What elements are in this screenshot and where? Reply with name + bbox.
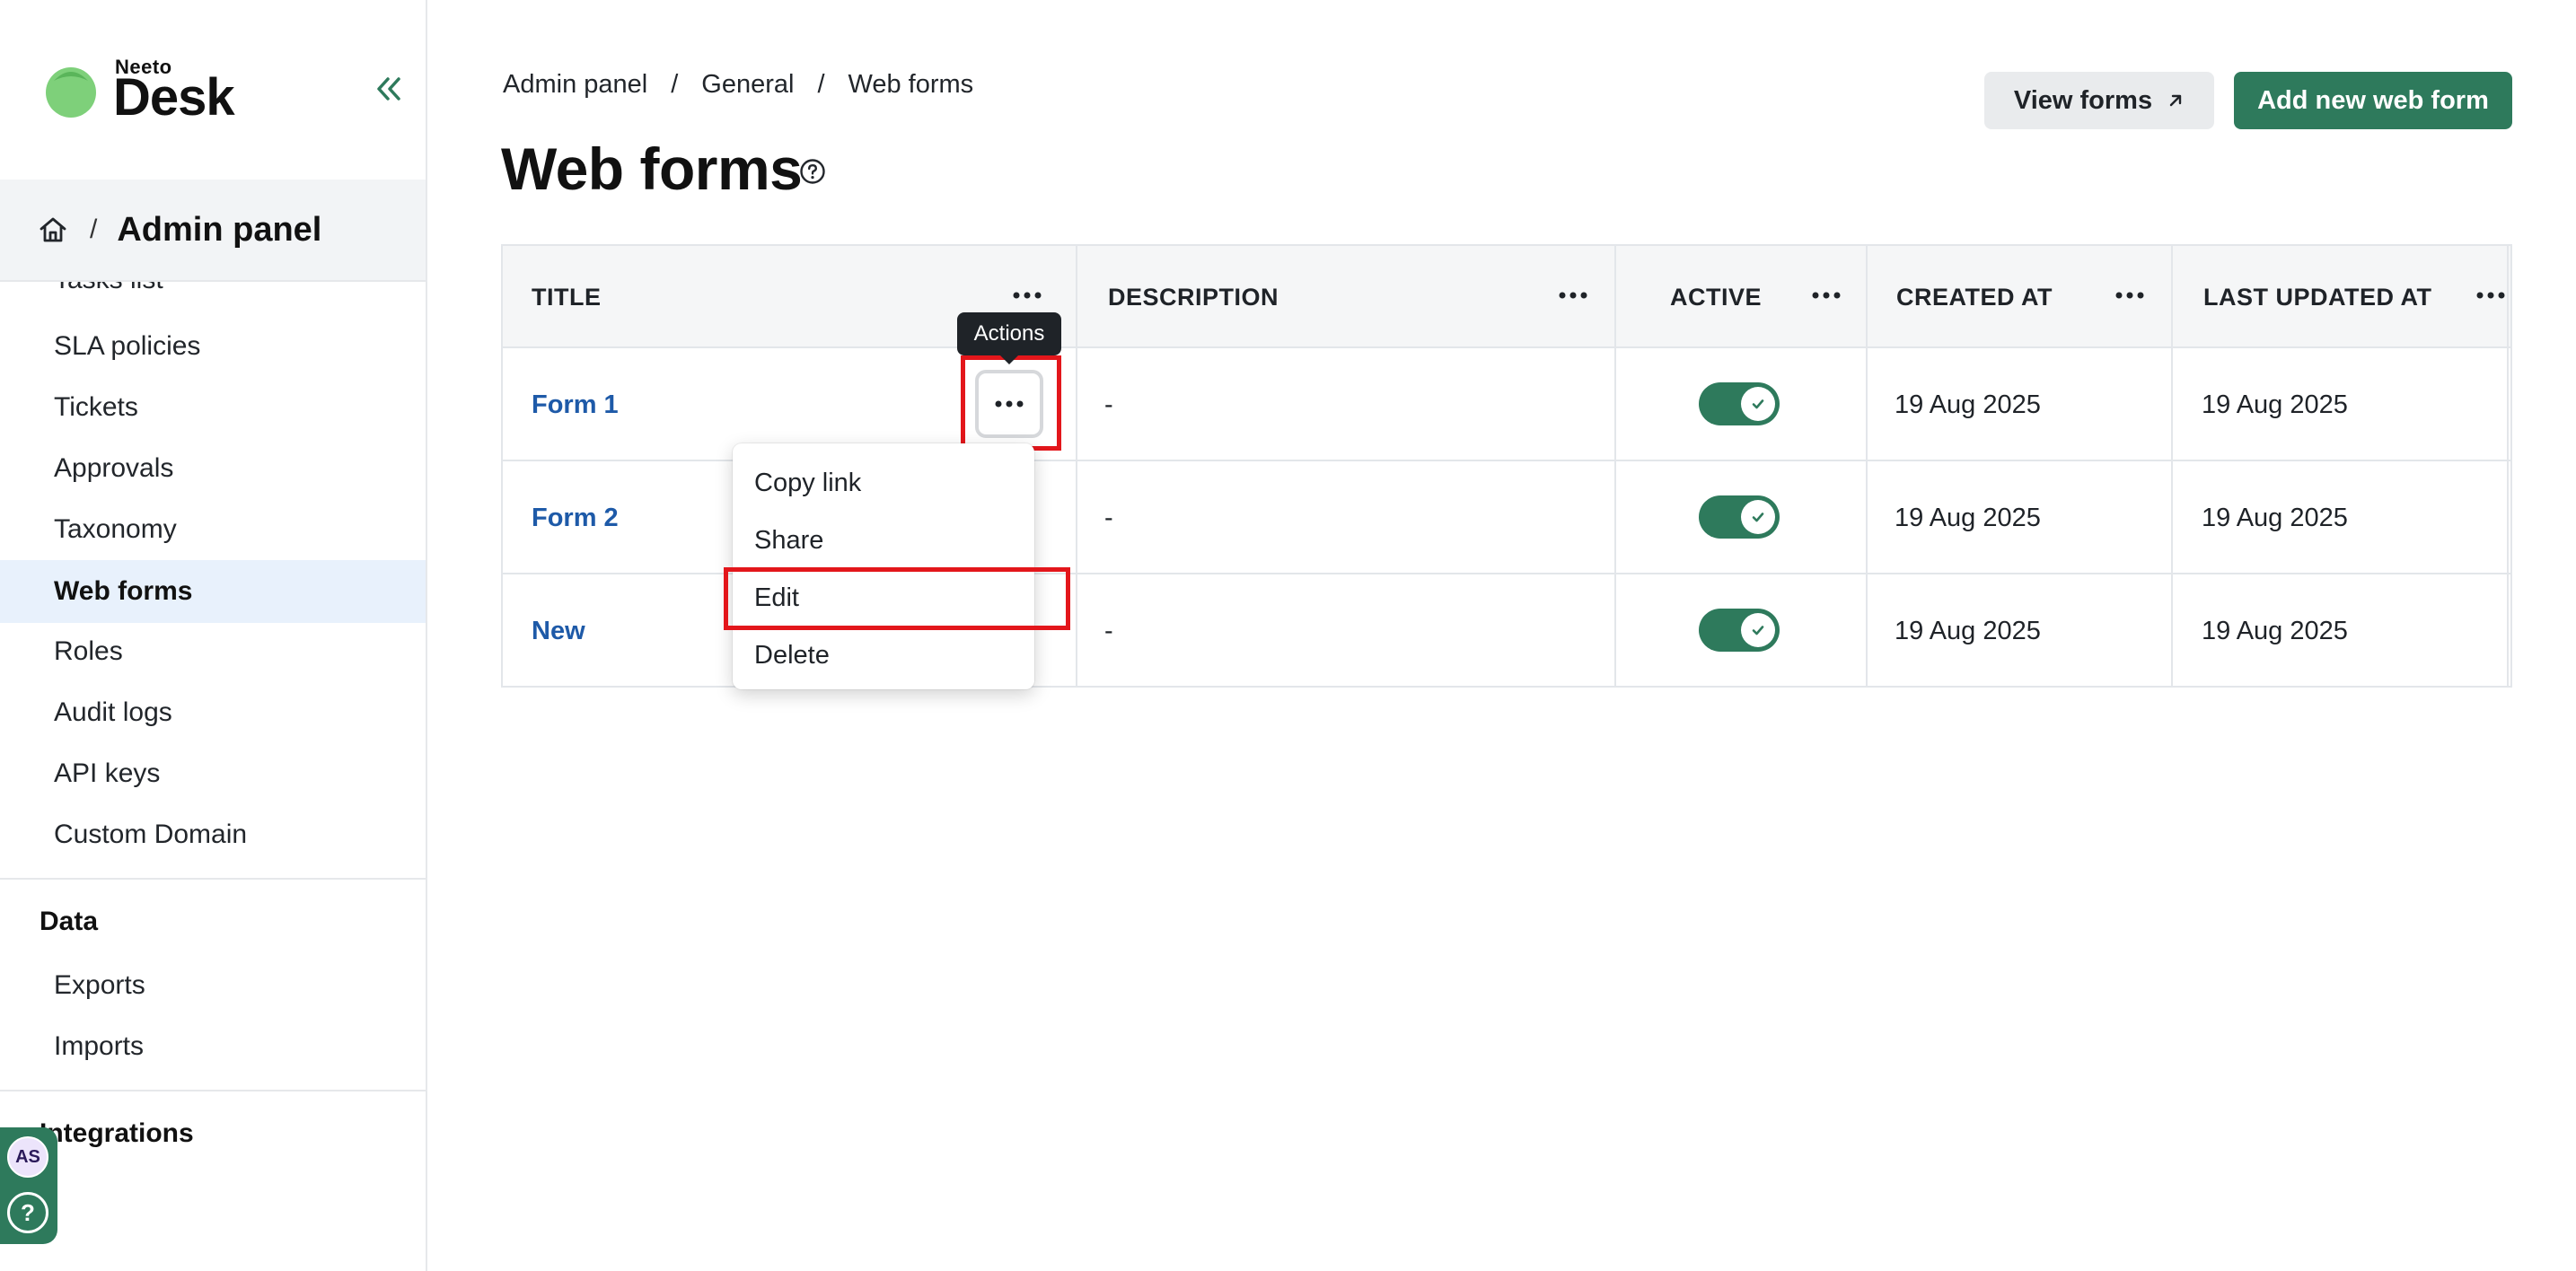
user-dock: AS ?	[0, 1127, 57, 1244]
home-icon[interactable]	[38, 214, 70, 246]
sidebar-item-sla-policies[interactable]: SLA policies	[0, 318, 426, 375]
highlight-box-actions	[961, 355, 1061, 451]
menu-item-share[interactable]: Share	[733, 512, 1034, 569]
sidebar-item-exports[interactable]: Exports	[0, 957, 426, 1014]
actions-tooltip: Actions	[957, 312, 1061, 364]
help-icon[interactable]: ?	[7, 1192, 48, 1233]
collapse-sidebar-button[interactable]	[370, 70, 408, 108]
sidebar-nav: Tasks list SLA policies Tickets Approval…	[0, 282, 426, 1271]
form-title-link[interactable]: Form 1	[532, 348, 619, 461]
sidebar-item-label: API keys	[54, 758, 161, 788]
sidebar-item-label: Web forms	[54, 576, 193, 606]
menu-item-delete[interactable]: Delete	[733, 627, 1034, 684]
sidebar-group-integrations: Integrations	[40, 1118, 194, 1148]
active-toggle[interactable]	[1699, 382, 1780, 425]
sidebar-item-tickets[interactable]: Tickets	[0, 379, 426, 436]
active-toggle[interactable]	[1699, 609, 1780, 652]
breadcrumb-separator: /	[90, 215, 98, 244]
sidebar: Neeto Desk / Admin panel Tasks list SLA …	[0, 0, 427, 1271]
last-updated-at: 19 Aug 2025	[2202, 616, 2348, 645]
active-toggle[interactable]	[1699, 495, 1780, 539]
row-actions-menu: Copy link Share Edit Delete	[733, 443, 1034, 689]
sidebar-item-label: Imports	[54, 1031, 145, 1061]
sidebar-item-audit-logs[interactable]: Audit logs	[0, 684, 426, 741]
column-header-last-updated-at: LAST UPDATED AT	[2203, 283, 2432, 311]
sidebar-item-label: Approvals	[54, 453, 174, 483]
sidebar-item-tasks-list[interactable]: Tasks list	[0, 282, 426, 309]
sidebar-item-custom-domain[interactable]: Custom Domain	[0, 806, 426, 863]
brand-name: Desk	[113, 68, 235, 127]
toggle-knob	[1741, 387, 1775, 421]
sidebar-item-approvals[interactable]: Approvals	[0, 440, 426, 497]
toggle-knob	[1741, 613, 1775, 647]
sidebar-item-api-keys[interactable]: API keys	[0, 745, 426, 802]
column-menu-icon[interactable]	[1555, 282, 1591, 309]
form-title-link[interactable]: Form 2	[532, 461, 619, 574]
breadcrumb: Admin panel / General / Web forms	[503, 70, 973, 100]
app-logo[interactable]: Neeto Desk	[41, 56, 257, 127]
highlight-box-edit	[724, 567, 1070, 630]
form-description: -	[1104, 503, 1113, 532]
breadcrumb-general[interactable]: General	[701, 70, 794, 100]
form-description: -	[1104, 390, 1113, 419]
column-header-title: TITLE	[532, 283, 602, 311]
created-at: 19 Aug 2025	[1895, 390, 2041, 419]
sidebar-item-label: Roles	[54, 636, 123, 666]
help-circle-icon[interactable]	[799, 158, 826, 185]
sidebar-divider	[0, 878, 426, 880]
column-menu-icon[interactable]	[2112, 282, 2148, 309]
sidebar-item-taxonomy[interactable]: Taxonomy	[0, 501, 426, 558]
form-description: -	[1104, 616, 1113, 645]
breadcrumb-separator: /	[817, 70, 825, 99]
column-header-active: ACTIVE	[1670, 283, 1763, 311]
sidebar-breadcrumb: / Admin panel	[0, 180, 426, 282]
last-updated-at: 19 Aug 2025	[2202, 503, 2348, 532]
column-menu-icon[interactable]	[1009, 282, 1045, 309]
breadcrumb-web-forms: Web forms	[848, 70, 974, 99]
breadcrumb-separator: /	[671, 70, 679, 99]
last-updated-at: 19 Aug 2025	[2202, 390, 2348, 419]
sidebar-item-label: Custom Domain	[54, 820, 248, 849]
check-icon	[1752, 399, 1764, 409]
page-title: Web forms	[501, 136, 803, 202]
sidebar-group-data: Data	[40, 907, 99, 936]
chevrons-left-icon	[377, 77, 400, 101]
column-menu-icon[interactable]	[2473, 282, 2509, 309]
sidebar-divider	[0, 1090, 426, 1091]
sidebar-item-imports[interactable]: Imports	[0, 1018, 426, 1075]
sidebar-item-label: Exports	[54, 970, 145, 1000]
table-header: TITLE DESCRIPTION ACTIVE CREATED AT LAST…	[503, 246, 2510, 348]
sidebar-item-label: Taxonomy	[54, 514, 177, 544]
sidebar-item-label: Tasks list	[54, 282, 163, 295]
sidebar-section-title: Admin panel	[117, 210, 322, 249]
column-menu-icon[interactable]	[1808, 282, 1844, 309]
check-icon	[1752, 626, 1764, 636]
form-title-link[interactable]: New	[532, 574, 585, 688]
sidebar-item-label: Audit logs	[54, 697, 172, 727]
view-forms-label: View forms	[2013, 85, 2153, 115]
column-header-description: DESCRIPTION	[1108, 283, 1279, 311]
toggle-knob	[1741, 500, 1775, 534]
check-icon	[1752, 513, 1764, 522]
created-at: 19 Aug 2025	[1895, 616, 2041, 645]
view-forms-button[interactable]: View forms	[1984, 72, 2214, 129]
sidebar-item-web-forms[interactable]: Web forms	[0, 560, 426, 623]
breadcrumb-admin-panel[interactable]: Admin panel	[503, 70, 647, 100]
add-new-web-form-button[interactable]: Add new web form	[2234, 72, 2512, 129]
sidebar-item-label: SLA policies	[54, 331, 201, 361]
created-at: 19 Aug 2025	[1895, 503, 2041, 532]
avatar[interactable]: AS	[7, 1136, 48, 1178]
neeto-logo-icon	[46, 67, 96, 118]
sidebar-item-label: Tickets	[54, 392, 138, 422]
column-header-created-at: CREATED AT	[1896, 283, 2053, 311]
sidebar-item-roles[interactable]: Roles	[0, 623, 426, 680]
external-link-icon	[2169, 94, 2182, 107]
menu-item-copy-link[interactable]: Copy link	[733, 454, 1034, 512]
